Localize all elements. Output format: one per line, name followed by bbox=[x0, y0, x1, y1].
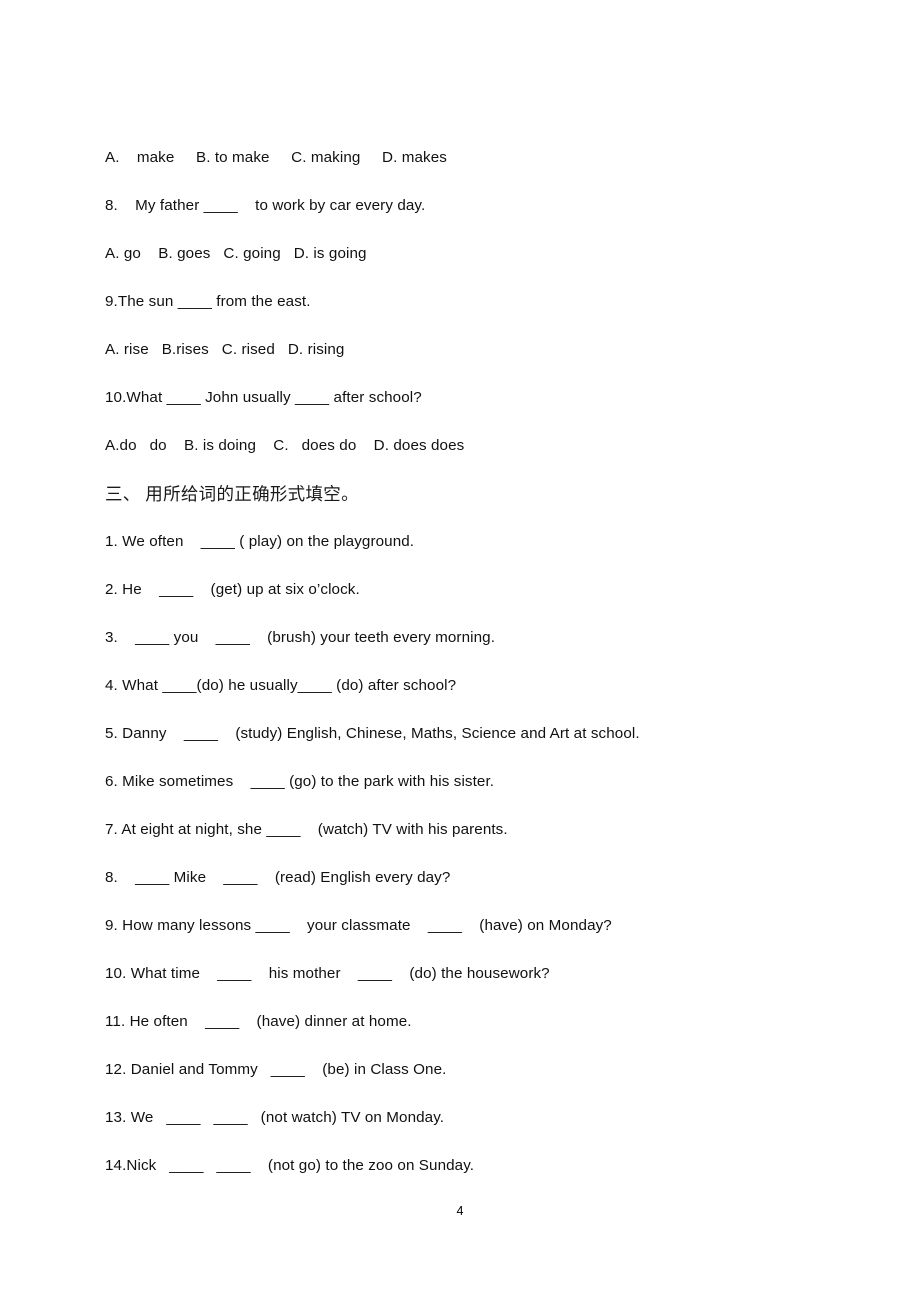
fill-q5: 5. Danny ____ (study) English, Chinese, … bbox=[105, 725, 640, 742]
fill-q14: 14.Nick ____ ____ (not go) to the zoo on… bbox=[105, 1157, 475, 1174]
mc-q8-stem: 8. My father ____ to work by car every d… bbox=[105, 197, 426, 214]
fill-q12: 12. Daniel and Tommy ____ (be) in Class … bbox=[105, 1061, 447, 1078]
fill-q6: 6. Mike sometimes ____ (go) to the park … bbox=[105, 773, 495, 790]
mc-q10-stem: 10.What ____ John usually ____ after sch… bbox=[105, 389, 422, 406]
page-content: A. make B. to make C. making D. makes 8. … bbox=[105, 134, 825, 1190]
fill-q1: 1. We often ____ ( play) on the playgrou… bbox=[105, 533, 415, 550]
mc-q9-stem: 9.The sun ____ from the east. bbox=[105, 293, 311, 310]
fill-q11: 11. He often ____ (have) dinner at home. bbox=[105, 1013, 412, 1030]
mc-q9-options: A. rise B.rises C. rised D. rising bbox=[105, 341, 345, 358]
fill-q7: 7. At eight at night, she ____ (watch) T… bbox=[105, 821, 508, 838]
worksheet-page: A. make B. to make C. making D. makes 8. … bbox=[0, 0, 920, 1302]
fill-q2: 2. He ____ (get) up at six o’clock. bbox=[105, 581, 360, 598]
mc-q7-options: A. make B. to make C. making D. makes bbox=[105, 149, 447, 166]
fill-q4: 4. What ____(do) he usually____ (do) aft… bbox=[105, 677, 457, 694]
mc-q10-options: A.do do B. is doing C. does do D. does d… bbox=[105, 437, 465, 454]
mc-q8-options: A. go B. goes C. going D. is going bbox=[105, 245, 367, 262]
section-three-heading: 三、 用所给词的正确形式填空。 bbox=[105, 484, 359, 504]
fill-q10: 10. What time ____ his mother ____ (do) … bbox=[105, 965, 550, 982]
fill-q9: 9. How many lessons ____ your classmate … bbox=[105, 917, 612, 934]
page-number: 4 bbox=[456, 1204, 464, 1218]
fill-q13: 13. We ____ ____ (not watch) TV on Monda… bbox=[105, 1109, 445, 1126]
fill-q8: 8. ____ Mike ____ (read) English every d… bbox=[105, 869, 451, 886]
fill-q3: 3. ____ you ____ (brush) your teeth ever… bbox=[105, 629, 496, 646]
